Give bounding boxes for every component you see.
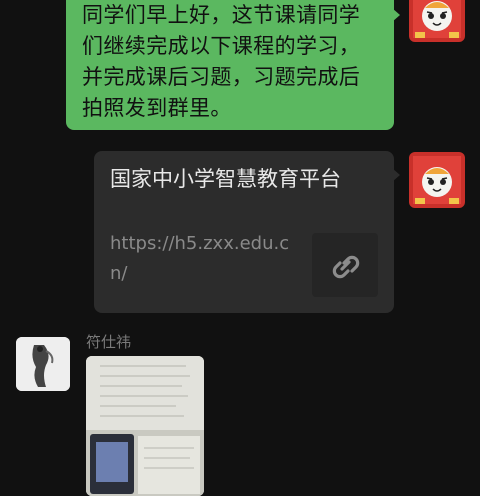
sender-avatar-tiger-icon-2[interactable] <box>409 152 465 208</box>
photo-message[interactable] <box>86 356 204 496</box>
link-thumbnail <box>312 233 378 297</box>
link-card-title: 国家中小学智慧教育平台 <box>110 167 341 191</box>
sender-name: 符仕祎 <box>86 333 132 351</box>
student-avatar-sketch-icon[interactable] <box>16 337 70 391</box>
sent-text-bubble[interactable]: 同学们早上好，这节课请同学们继续完成以下课程的学习，并完成课后习题，习题完成后拍… <box>66 0 394 130</box>
link-card-tail <box>392 168 400 182</box>
message-text: 同学们早上好，这节课请同学们继续完成以下课程的学习，并完成课后习题，习题完成后拍… <box>82 3 361 120</box>
link-card-url: https://h5.zxx.edu.cn/ <box>110 233 290 284</box>
bubble-tail <box>392 8 400 22</box>
sender-avatar-tiger-icon[interactable] <box>409 0 465 42</box>
link-icon <box>332 255 360 279</box>
photo-image <box>86 356 204 496</box>
